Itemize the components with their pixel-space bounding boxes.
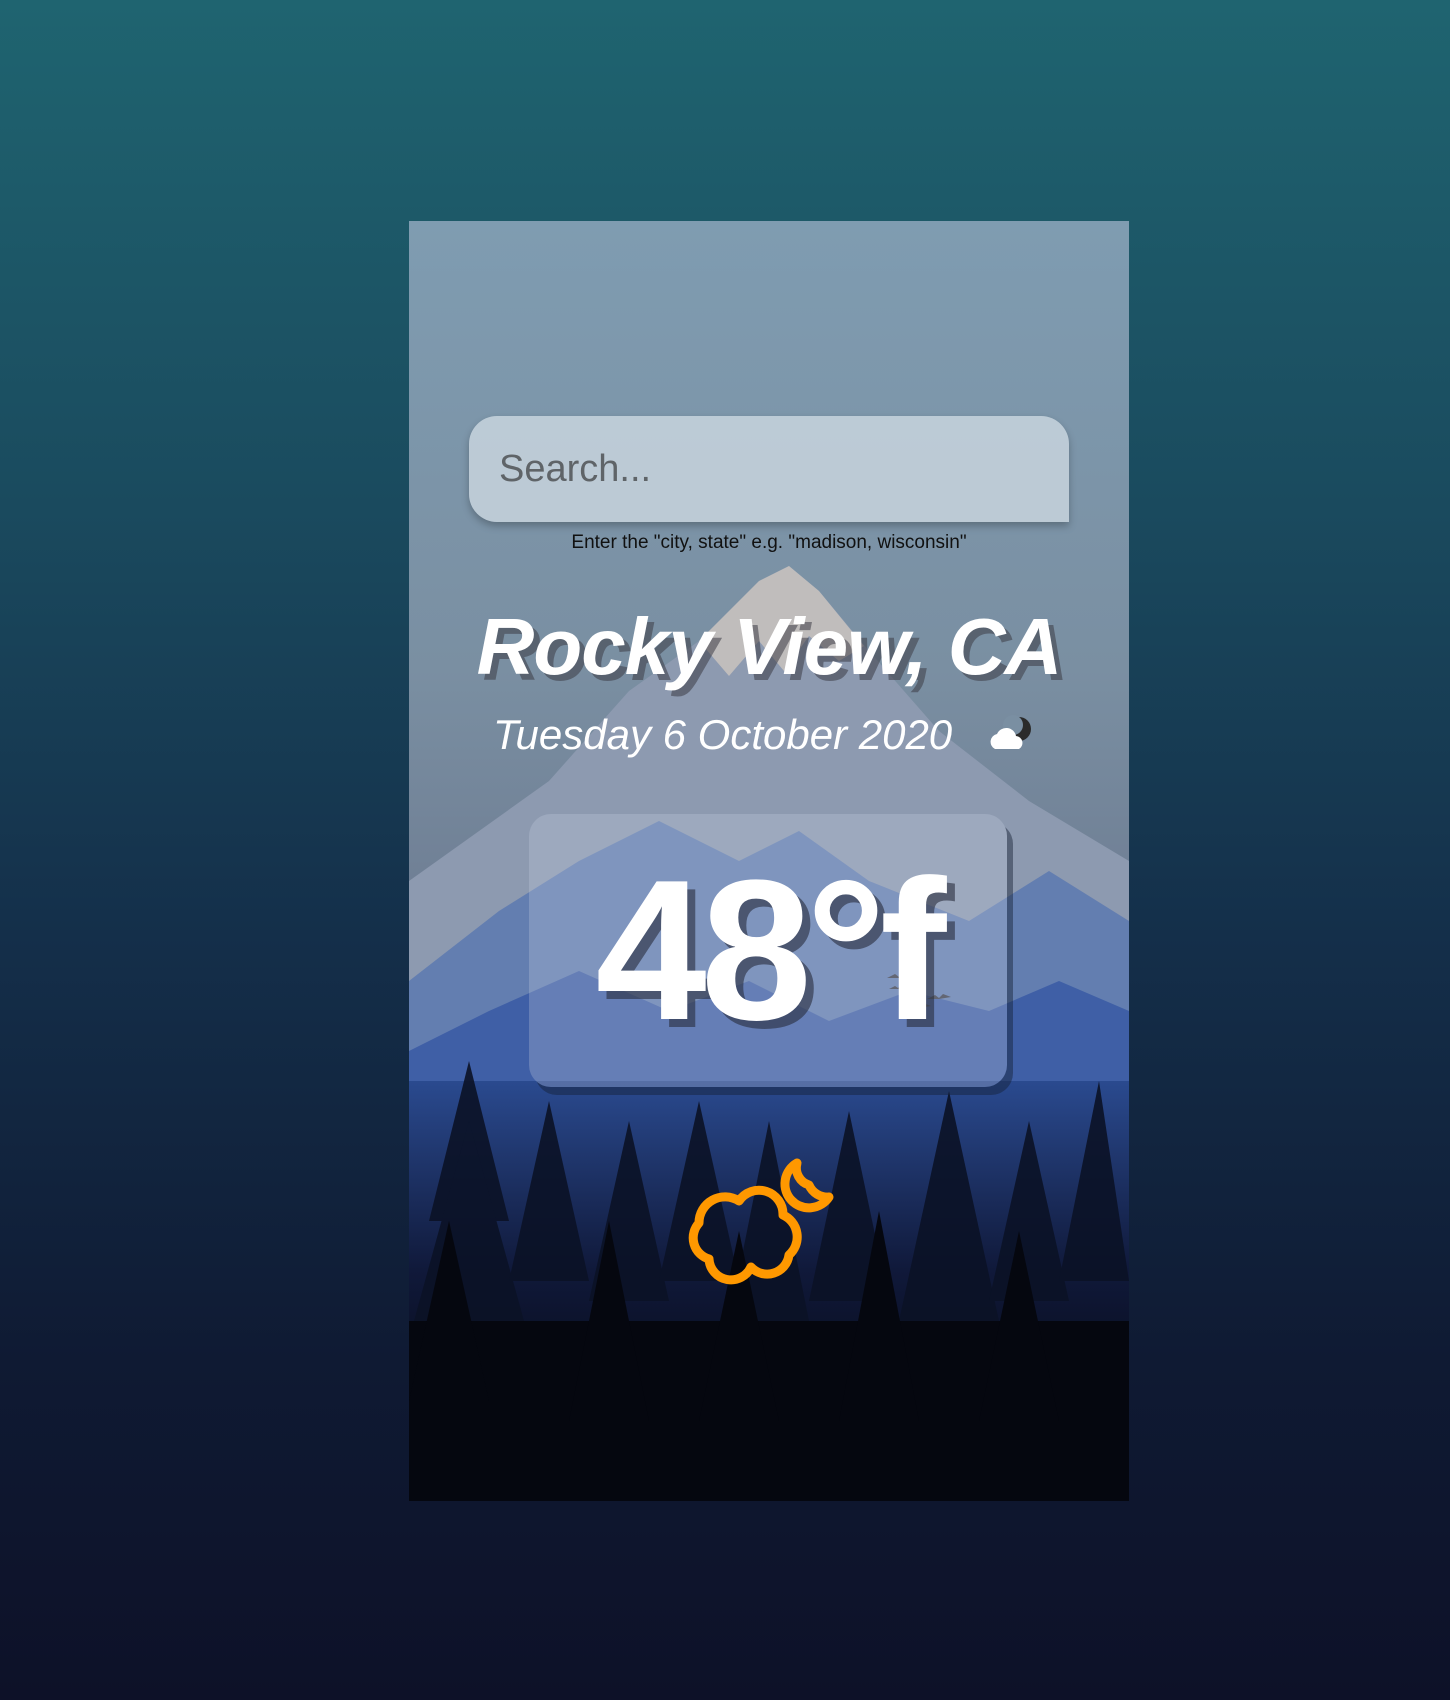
search-input[interactable]: [469, 416, 1069, 522]
search-section: Enter the "city, state" e.g. "madison, w…: [469, 416, 1069, 554]
location-title: Rocky View, CA: [476, 602, 1063, 691]
temperature-value: 48°f: [595, 839, 946, 1062]
date-row: Tuesday 6 October 2020: [409, 711, 1129, 771]
partly-cloudy-night-icon: [688, 1158, 834, 1285]
current-date: Tuesday 6 October 2020: [493, 711, 953, 758]
temperature-panel: 48°f: [529, 814, 1007, 1087]
partly-cloudy-night-icon: [990, 715, 1031, 749]
search-hint: Enter the "city, state" e.g. "madison, w…: [571, 532, 967, 553]
weather-card: Enter the "city, state" e.g. "madison, w…: [409, 221, 1129, 1501]
